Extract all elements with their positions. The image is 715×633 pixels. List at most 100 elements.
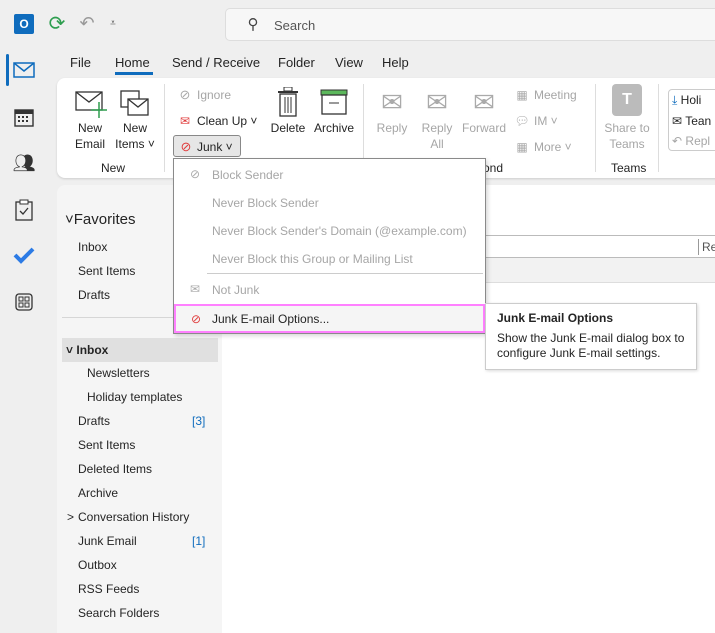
mail-icon[interactable] <box>12 60 36 80</box>
quick-steps-gallery[interactable]: ⤓ Holi ✉︎ Tean ↶ Repl <box>668 89 715 151</box>
mail-icon: ✉︎ <box>672 114 683 128</box>
chevron-right-icon[interactable]: > <box>67 510 74 524</box>
separator <box>658 84 659 172</box>
separator <box>164 84 165 172</box>
tab-folder[interactable]: Folder <box>278 55 315 70</box>
folder-label: Holiday templates <box>87 390 183 404</box>
folder-label: Newsletters <box>87 366 150 380</box>
reply-all-button[interactable]: ✉︎ Reply All <box>417 87 457 152</box>
inbox-folder-selected[interactable]: ˅ Inbox <box>62 338 218 362</box>
forward-label: Forward <box>461 121 506 135</box>
quick-step-label: Tean <box>685 114 712 128</box>
more-label: More ˅ <box>534 140 572 154</box>
favorite-inbox[interactable]: Inbox <box>78 240 107 254</box>
menu-item-never-block-domain[interactable]: Never Block Sender's Domain (@example.co… <box>174 219 485 241</box>
im-button[interactable]: 💬︎ IM ˅ <box>513 112 573 130</box>
folder-label: Drafts <box>78 414 111 428</box>
apps-icon[interactable] <box>12 290 36 314</box>
favorites-header[interactable]: ˅Favorites <box>65 211 135 228</box>
quick-step-label: Repl <box>685 134 711 148</box>
menu-item-junk-email-options[interactable]: ⊘ Junk E-mail Options... <box>174 304 485 333</box>
folder-item[interactable]: Search Folders <box>78 606 159 620</box>
search-icon: ⚲ <box>247 16 259 33</box>
tab-file[interactable]: File <box>70 55 91 70</box>
folder-item[interactable]: Drafts <box>78 414 110 428</box>
unread-count: [3] <box>192 414 206 428</box>
todo-icon[interactable] <box>12 243 36 267</box>
favorite-sent-items[interactable]: Sent Items <box>78 264 135 278</box>
calendar-icon[interactable] <box>12 106 36 128</box>
tab-help[interactable]: Help <box>382 55 409 70</box>
folder-item[interactable]: Deleted Items <box>78 462 152 476</box>
folder-item[interactable]: Holiday templates <box>87 390 182 404</box>
menu-item-label: Block Sender <box>212 168 284 182</box>
tab-home-underline <box>115 72 153 75</box>
column-header-received[interactable]: Re <box>702 240 715 254</box>
menu-item-block-sender[interactable]: ⊘ Block Sender <box>174 163 485 185</box>
new-email-icon <box>74 86 108 120</box>
folder-item[interactable]: Newsletters <box>87 366 150 380</box>
clean-up-button[interactable]: ✉︎ Clean Up ˅ <box>176 112 260 130</box>
junk-label: Junk ˅ <box>197 140 233 154</box>
menu-item-label: Never Block Sender <box>212 196 319 210</box>
folder-item[interactable]: Sent Items <box>78 438 135 452</box>
ignore-button[interactable]: ⊘ Ignore <box>176 86 256 104</box>
menu-item-never-block-sender[interactable]: Never Block Sender <box>174 191 485 213</box>
tooltip-title: Junk E-mail Options <box>497 311 614 325</box>
folder-item[interactable]: Archive <box>78 486 118 500</box>
tab-send-receive[interactable]: Send / Receive <box>172 55 260 70</box>
menu-item-never-block-group[interactable]: Never Block this Group or Mailing List <box>174 247 485 269</box>
folder-label: Archive <box>78 486 119 500</box>
meeting-icon: ▦ <box>516 88 528 102</box>
undo-icon[interactable]: ↶ <box>76 12 98 34</box>
quick-step-team[interactable]: ✉︎ Tean <box>672 114 715 128</box>
share-to-teams-button[interactable]: T Share to Teams <box>600 84 654 151</box>
outlook-logo-icon: O <box>14 14 34 34</box>
group-teams-label: Teams <box>611 161 647 175</box>
archive-button[interactable]: Archive <box>311 86 357 138</box>
customize-toolbar-icon[interactable]: ⩡ <box>106 14 120 32</box>
chevron-down-icon: ˅ <box>66 343 74 357</box>
junk-options-icon: ⊘ <box>190 312 202 326</box>
search-box[interactable]: ⚲ Search <box>225 8 715 41</box>
menu-item-label: Not Junk <box>212 283 260 297</box>
forward-icon: ✉︎ <box>473 86 495 117</box>
folder-item[interactable]: RSS Feeds <box>78 582 139 596</box>
tasks-icon[interactable] <box>12 198 36 222</box>
quick-step-holiday[interactable]: ⤓ Holi <box>672 93 715 108</box>
block-sender-icon: ⊘ <box>189 167 201 181</box>
forward-button[interactable]: ✉︎ Forward <box>460 86 508 138</box>
folder-label: Outbox <box>78 558 117 572</box>
folder-item[interactable]: Conversation History <box>78 510 189 524</box>
new-email-button[interactable]: New Email <box>70 86 110 152</box>
reply-button[interactable]: ✉︎ Reply <box>372 86 412 152</box>
more-button[interactable]: ▦ More ˅ <box>513 138 583 156</box>
chevron-down-icon: ˅ <box>65 211 74 228</box>
delete-button[interactable]: Delete <box>268 86 308 138</box>
inbox-label: Inbox <box>76 343 109 357</box>
tooltip: Junk E-mail Options Show the Junk E-mail… <box>485 303 697 370</box>
people-icon[interactable]: 👥︎ <box>12 152 36 174</box>
menu-item-not-junk[interactable]: ✉︎ Not Junk <box>174 278 485 300</box>
share-teams-label-2: Teams <box>609 137 645 151</box>
junk-button[interactable]: ⊘ Junk ˅ <box>173 135 241 157</box>
folder-label: Deleted Items <box>78 462 153 476</box>
new-items-button[interactable]: New Items ˅ <box>112 86 158 152</box>
tab-view[interactable]: View <box>335 55 363 70</box>
quick-step-reply[interactable]: ↶ Repl <box>672 134 715 148</box>
folder-item[interactable]: Outbox <box>78 558 117 572</box>
reply-icon: ✉︎ <box>381 86 403 117</box>
holiday-icon: ⤓ <box>672 93 678 107</box>
mail-active-indicator <box>6 54 9 86</box>
folder-label: Junk Email <box>78 534 137 548</box>
group-new-label: New <box>101 161 126 175</box>
quick-step-label: Holi <box>680 93 702 107</box>
folder-label: Conversation History <box>78 510 190 524</box>
meeting-button[interactable]: ▦ Meeting <box>513 86 583 104</box>
sync-icon[interactable]: ⟳ <box>46 12 68 35</box>
tab-home[interactable]: Home <box>115 55 150 70</box>
favorite-drafts[interactable]: Drafts <box>78 288 110 302</box>
folder-item[interactable]: Junk Email <box>78 534 137 548</box>
menu-divider <box>207 273 483 274</box>
delete-icon <box>274 86 302 118</box>
